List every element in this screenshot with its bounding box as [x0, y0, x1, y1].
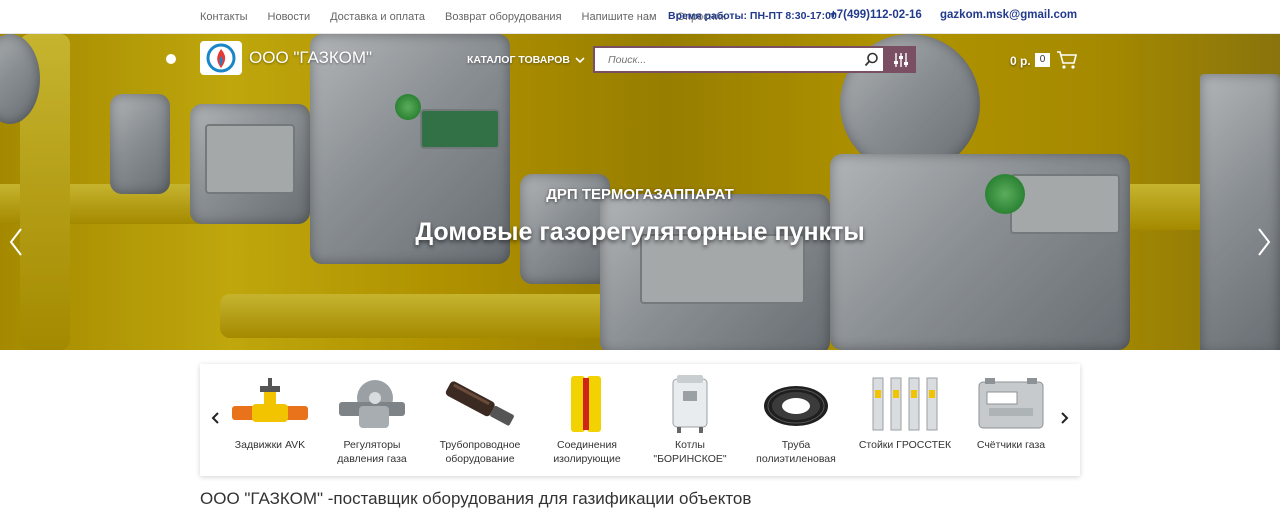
- pipe-coil-icon: [746, 372, 846, 436]
- filter-sliders-icon: [893, 52, 908, 67]
- category-label: Соединения изолирующие: [553, 439, 621, 465]
- rack-icon: [855, 372, 955, 436]
- catalog-menu[interactable]: КАТАЛОГ ТОВАРОВ: [467, 54, 585, 66]
- catalog-label: КАТАЛОГ ТОВАРОВ: [467, 54, 570, 66]
- pipe-fitting-icon: [430, 372, 530, 436]
- chevron-right-icon: [1258, 228, 1271, 256]
- chevron-left-icon: [9, 228, 22, 256]
- category-label: Счётчики газа: [976, 439, 1046, 451]
- chevron-left-icon: [211, 412, 219, 424]
- cart-button[interactable]: [1056, 50, 1078, 75]
- nav-link-write-us[interactable]: Напишите нам: [582, 11, 657, 23]
- category-item[interactable]: Стойки ГРОССТЕК: [855, 372, 955, 452]
- category-item[interactable]: Задвижки AVK: [220, 372, 320, 452]
- gate-valve-icon: [220, 372, 320, 436]
- category-label: Трубопроводное оборудование: [439, 439, 521, 465]
- category-label: Регуляторы давления газа: [337, 439, 407, 465]
- nav-link-news[interactable]: Новости: [268, 11, 311, 23]
- category-label: Котлы "БОРИНСКОЕ": [653, 439, 727, 465]
- hero-subtitle: ДРП ТЕРМОГАЗАППАРАТ: [546, 186, 734, 203]
- top-bar: Контакты Новости Доставка и оплата Возвр…: [0, 0, 1280, 34]
- nav-link-contacts[interactable]: Контакты: [200, 11, 248, 23]
- category-carousel: Задвижки AVK Регуляторы давления газа Тр…: [200, 364, 1080, 476]
- menu-dot-icon[interactable]: [166, 54, 176, 64]
- category-label: Задвижки AVK: [234, 439, 306, 451]
- nav-link-delivery[interactable]: Доставка и оплата: [330, 11, 425, 23]
- nav-link-returns[interactable]: Возврат оборудования: [445, 11, 562, 23]
- gas-meter-icon: [961, 372, 1061, 436]
- hero-prev-arrow[interactable]: [6, 224, 26, 260]
- filter-button[interactable]: [885, 46, 916, 73]
- category-label: Стойки ГРОССТЕК: [858, 439, 952, 451]
- category-label: Труба полиэтиленовая: [756, 439, 836, 465]
- cart-count-badge: 0: [1035, 53, 1050, 67]
- chevron-down-icon: [575, 56, 585, 63]
- search-input[interactable]: [595, 48, 859, 71]
- work-hours: Время работы: ПН-ПТ 8:30-17:00: [668, 10, 837, 22]
- chevron-right-icon: [1061, 412, 1069, 424]
- category-item[interactable]: Труба полиэтиленовая: [746, 372, 846, 466]
- category-item[interactable]: Регуляторы давления газа: [322, 372, 422, 466]
- boiler-icon: [640, 372, 740, 436]
- hero-next-arrow[interactable]: [1254, 224, 1274, 260]
- hero-title[interactable]: Домовые газорегуляторные пункты: [400, 218, 880, 247]
- pressure-regulator-icon: [322, 372, 422, 436]
- category-item[interactable]: Трубопроводное оборудование: [430, 372, 530, 466]
- category-item[interactable]: Соединения изолирующие: [537, 372, 637, 466]
- search-icon: [864, 52, 878, 67]
- flame-logo-icon: [206, 43, 236, 73]
- cart-total[interactable]: 0 р.: [1010, 54, 1031, 68]
- search-box: [593, 46, 885, 73]
- category-item[interactable]: Котлы "БОРИНСКОЕ": [640, 372, 740, 466]
- top-nav: Контакты Новости Доставка и оплата Возвр…: [200, 0, 746, 34]
- page-headline: ООО "ГАЗКОМ" -поставщик оборудования для…: [200, 489, 752, 508]
- site-logo[interactable]: [200, 41, 242, 75]
- search-button[interactable]: [859, 48, 883, 71]
- category-item[interactable]: Счётчики газа: [961, 372, 1061, 452]
- brand-name[interactable]: ООО "ГАЗКОМ": [249, 48, 372, 68]
- email-link[interactable]: gazkom.msk@gmail.com: [940, 9, 1077, 21]
- phone-link[interactable]: +7(499)112-02-16: [830, 9, 922, 21]
- cart-icon: [1057, 51, 1078, 69]
- insulating-joint-icon: [537, 372, 637, 436]
